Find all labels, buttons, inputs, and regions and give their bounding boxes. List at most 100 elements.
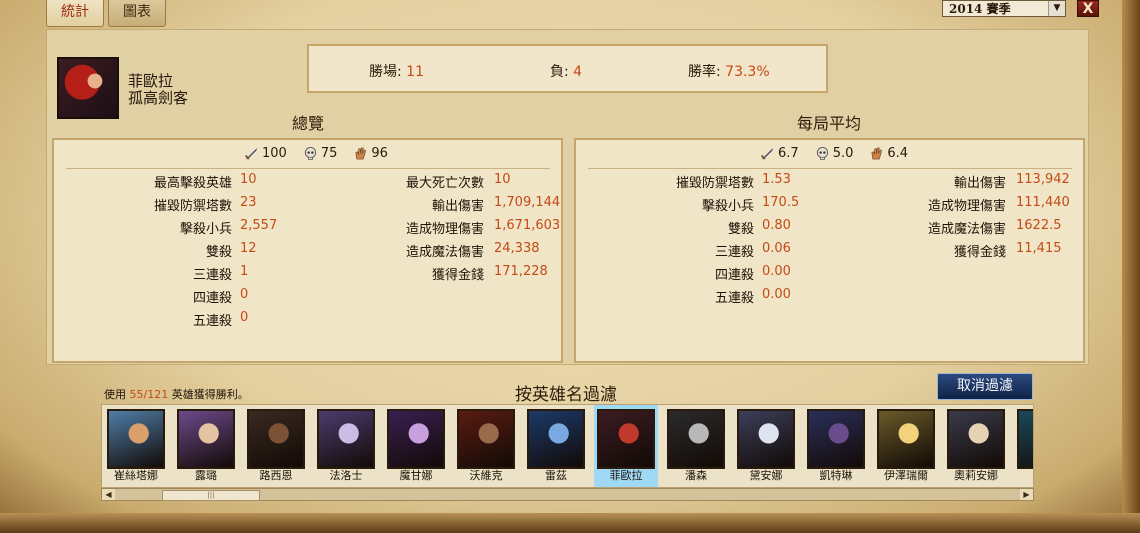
champion-name-block: 菲歐拉 孤高劍客 (128, 73, 188, 107)
stat-label: 四連殺 (192, 291, 232, 306)
horizontal-scrollbar[interactable]: ◀ ||| ▶ (101, 488, 1034, 501)
champion-tile[interactable]: 黛安娜 (734, 409, 798, 483)
stat-label: 最高擊殺英雄 (153, 176, 232, 191)
champion-tile[interactable]: 沃維克 (454, 409, 518, 483)
won-count: 55/121 (129, 388, 169, 401)
overview-deaths: 75 (320, 146, 338, 161)
stat-value: 2,557 (240, 218, 278, 233)
champion-thumbnail (107, 409, 165, 469)
stat-value: 0.80 (762, 218, 791, 233)
stat-value: 1622.5 (1016, 218, 1062, 233)
stat-label: 摧毀防禦塔數 (153, 199, 232, 214)
champion-tile-name: 魔甘娜 (399, 469, 433, 482)
champion-thumbnail (527, 409, 585, 469)
average-kda: 6.7 5.0 6.4 (760, 146, 908, 161)
overview-row: 造成物理傷害 1,671,603 (304, 218, 563, 237)
average-divider (588, 168, 1072, 169)
champion-tile-name: 崔絲塔娜 (114, 469, 158, 482)
overview-row: 輸出傷害 1,709,144 (304, 195, 563, 214)
overview-box: 100 75 96 最高擊殺英雄 10 摧毀防禦塔數 23 擊殺小兵 2,557… (52, 138, 563, 363)
champion-tile[interactable]: 露璐 (174, 409, 238, 483)
stat-label: 輸出傷害 (953, 176, 1006, 191)
stat-label: 造成魔法傷害 (927, 222, 1006, 237)
stat-label: 造成魔法傷害 (405, 245, 484, 260)
skull-icon (816, 146, 828, 160)
champion-title: 孤高劍客 (128, 89, 189, 107)
stat-value: 171,228 (494, 264, 548, 279)
champion-tile[interactable]: 雷茲 (524, 409, 588, 483)
season-select[interactable]: 2014 賽季 ▼ (942, 0, 1066, 17)
stat-value: 11,415 (1016, 241, 1062, 256)
champion-tile[interactable]: 路西恩 (244, 409, 308, 483)
tab-bar: 統計 圖表 (46, 0, 166, 27)
chevron-down-icon[interactable]: ▼ (1048, 1, 1065, 16)
champion-tile-name: 潘森 (685, 469, 707, 482)
stat-value: 1,671,603 (494, 218, 561, 233)
stat-value: 113,942 (1016, 172, 1070, 187)
overview-title: 總覽 (292, 114, 325, 133)
clear-filter-button[interactable]: 取消過濾 (937, 373, 1033, 400)
average-assists: 6.4 (887, 146, 909, 161)
champion-tile[interactable]: 伊澤瑞爾 (874, 409, 938, 483)
overview-row: 最大死亡次數 10 (304, 172, 563, 191)
average-row: 五連殺 0.00 (576, 287, 876, 306)
season-select-value: 2014 賽季 (949, 2, 1011, 16)
scrollbar-thumb[interactable]: ||| (162, 490, 260, 501)
stat-value: 24,338 (494, 241, 540, 256)
win-summary: 勝場: 11 負: 4 勝率: 73.3% (307, 44, 828, 93)
champion-thumbnail (317, 409, 375, 469)
stat-value: 1 (240, 264, 249, 279)
champion-tile-name: 奧莉安娜 (954, 469, 998, 482)
champion-tile[interactable]: 菲歐拉 (594, 405, 658, 487)
champion-thumbnail (877, 409, 935, 469)
tab-stats[interactable]: 統計 (46, 0, 104, 27)
champion-tile[interactable]: 凱特琳 (804, 409, 868, 483)
stat-value: 10 (240, 172, 257, 187)
champion-portrait (57, 57, 119, 119)
losses-value: 4 (573, 64, 583, 80)
tab-charts[interactable]: 圖表 (108, 0, 166, 27)
champion-thumbnail (177, 409, 235, 469)
stat-value: 23 (240, 195, 257, 210)
champion-thumbnail (947, 409, 1005, 469)
champion-thumbnail (667, 409, 725, 469)
stat-value: 1.53 (762, 172, 791, 187)
champion-tile[interactable]: 奧莉安娜 (944, 409, 1008, 483)
scroll-left-icon[interactable]: ◀ (102, 489, 115, 500)
champion-tile-name: 雷茲 (545, 469, 567, 482)
window-edge-bottom (0, 513, 1140, 533)
champion-tile-name: 黛安娜 (749, 469, 783, 482)
champion-thumbnail (387, 409, 445, 469)
champion-tile[interactable]: 魔甘娜 (384, 409, 448, 483)
champion-tile[interactable]: 索 (1014, 409, 1033, 483)
stat-value: 0 (240, 310, 249, 325)
winrate-value: 73.3% (725, 64, 770, 80)
champion-thumbnail (597, 409, 655, 469)
close-button[interactable]: X (1077, 0, 1099, 17)
champion-tile[interactable]: 潘森 (664, 409, 728, 483)
stat-label: 擊殺小兵 (701, 199, 754, 214)
champion-thumbnail (737, 409, 795, 469)
stat-value: 0.00 (762, 264, 791, 279)
champion-tile-name: 沃維克 (469, 469, 503, 482)
stat-label: 擊殺小兵 (179, 222, 232, 237)
champion-tile-name: 法洛士 (329, 469, 363, 482)
champion-tile[interactable]: 崔絲塔娜 (104, 409, 168, 483)
losses-label: 負: (550, 64, 569, 80)
stat-label: 三連殺 (714, 245, 754, 260)
overview-divider (66, 168, 550, 169)
average-row: 四連殺 0.00 (576, 264, 876, 283)
overview-assists: 96 (371, 146, 388, 161)
wins-stat: 勝場: 11 (369, 61, 424, 81)
scroll-right-icon[interactable]: ▶ (1020, 489, 1033, 500)
winrate-stat: 勝率: 73.3% (688, 61, 770, 81)
stat-value: 111,440 (1016, 195, 1070, 210)
filter-title: 按英雄名過濾 (515, 385, 617, 405)
average-box: 6.7 5.0 6.4 摧毀防禦塔數 1.53 擊殺小兵 170.5 雙殺 0.… (574, 138, 1085, 363)
wins-label: 勝場: (369, 64, 402, 80)
champion-tile[interactable]: 法洛士 (314, 409, 378, 483)
stat-label: 獲得金錢 (431, 268, 484, 283)
stat-value: 12 (240, 241, 257, 256)
stat-label: 三連殺 (192, 268, 232, 283)
average-row: 獲得金錢 11,415 (826, 241, 1085, 260)
